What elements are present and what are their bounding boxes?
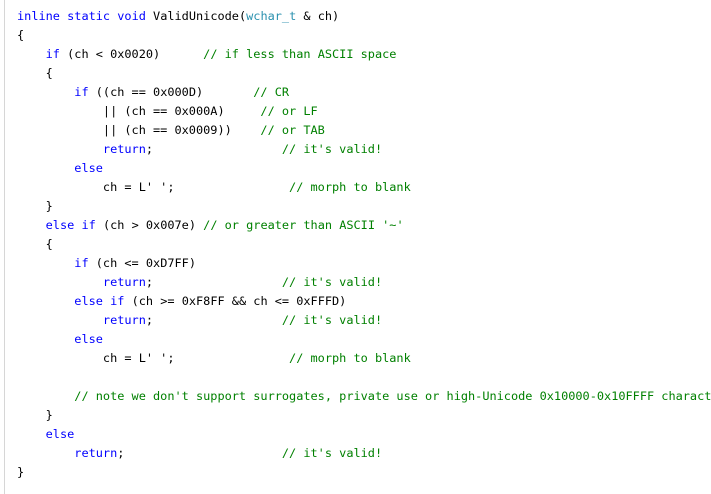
code-line: else [17, 159, 711, 178]
keyword-token: if [81, 218, 96, 232]
code-token: (ch <= 0xD7FF) [88, 256, 196, 270]
code-line: if (ch <= 0xD7FF) [17, 254, 711, 273]
code-line: else [17, 425, 711, 444]
code-editor[interactable]: inline static void ValidUnicode(wchar_t … [0, 0, 711, 494]
code-line: return; // it's valid! [17, 444, 711, 463]
comment-token: // it's valid! [281, 275, 383, 289]
code-line: } [17, 463, 711, 482]
keyword-token: else [74, 332, 103, 346]
code-line: { [17, 235, 711, 254]
code-line: return; // it's valid! [17, 140, 711, 159]
keyword-token: if [74, 85, 89, 99]
comment-token: // if less than ASCII space [203, 47, 397, 61]
code-token: || (ch == 0x000A) [17, 104, 261, 118]
comment-token: // it's valid! [281, 446, 383, 460]
code-token: { [17, 237, 53, 251]
keyword-token: static [67, 9, 111, 23]
keyword-token: else [74, 294, 103, 308]
comment-token: // or TAB [260, 123, 325, 137]
code-area[interactable]: inline static void ValidUnicode(wchar_t … [17, 7, 711, 482]
keyword-token: else [74, 161, 103, 175]
code-token: (ch > 0x007e) [95, 218, 204, 232]
code-token: { [17, 28, 25, 42]
code-line: } [17, 197, 711, 216]
code-token: (ch < 0x0020) [59, 47, 204, 61]
code-line: return; // it's valid! [17, 311, 711, 330]
code-token: ch = L' '; [17, 180, 290, 194]
keyword-token: else [45, 218, 75, 232]
code-token: ((ch == 0x000D) [88, 85, 254, 99]
comment-token: // note we don't support surrogates, pri… [74, 389, 711, 403]
code-token: } [17, 199, 53, 213]
code-token: { [17, 66, 53, 80]
comment-token: // CR [253, 85, 290, 99]
code-token: } [17, 465, 25, 479]
keyword-token: if [110, 294, 125, 308]
comment-token: // morph to blank [289, 180, 411, 194]
keyword-token: if [74, 256, 89, 270]
code-line: else if (ch >= 0xF8FF && ch <= 0xFFFD) [17, 292, 711, 311]
code-token: & ch) [296, 9, 340, 23]
code-line: return; // it's valid! [17, 273, 711, 292]
code-token: ; [117, 446, 282, 460]
code-token: || (ch == 0x0009)) [17, 123, 261, 137]
code-line: } [17, 406, 711, 425]
code-line: || (ch == 0x0009)) // or TAB [17, 121, 711, 140]
code-token: ValidUnicode( [145, 9, 247, 23]
comment-token: // or greater than ASCII '~' [203, 218, 404, 232]
keyword-token: else [45, 427, 75, 441]
code-token: } [17, 408, 53, 422]
comment-token: // or LF [260, 104, 318, 118]
code-token: ; [145, 275, 282, 289]
code-token: ch = L' '; [17, 351, 290, 365]
code-token: (ch >= 0xF8FF && ch <= 0xFFFD) [124, 294, 347, 308]
code-line: { [17, 26, 711, 45]
code-line: { [17, 64, 711, 83]
code-line: || (ch == 0x000A) // or LF [17, 102, 711, 121]
comment-token: // it's valid! [281, 313, 383, 327]
code-line: ch = L' '; // morph to blank [17, 178, 711, 197]
code-token: ; [145, 313, 282, 327]
keyword-token: return [74, 446, 118, 460]
keyword-token: return [102, 313, 146, 327]
keyword-token: inline [17, 9, 60, 23]
code-line: ch = L' '; // morph to blank [17, 349, 711, 368]
code-line: else if (ch > 0x007e) // or greater than… [17, 216, 711, 235]
keyword-token: return [102, 142, 146, 156]
comment-token: // it's valid! [281, 142, 383, 156]
comment-token: // morph to blank [289, 351, 411, 365]
keyword-token: return [102, 275, 146, 289]
code-line: inline static void ValidUnicode(wchar_t … [17, 7, 711, 26]
code-token: ; [145, 142, 282, 156]
keyword-token: if [45, 47, 60, 61]
code-line: if ((ch == 0x000D) // CR [17, 83, 711, 102]
code-line: else [17, 330, 711, 349]
keyword-token: void [117, 9, 146, 23]
code-line: // note we don't support surrogates, pri… [17, 387, 711, 406]
code-line: if (ch < 0x0020) // if less than ASCII s… [17, 45, 711, 64]
editor-gutter-divider [4, 0, 5, 494]
type-token: wchar_t [246, 9, 297, 23]
